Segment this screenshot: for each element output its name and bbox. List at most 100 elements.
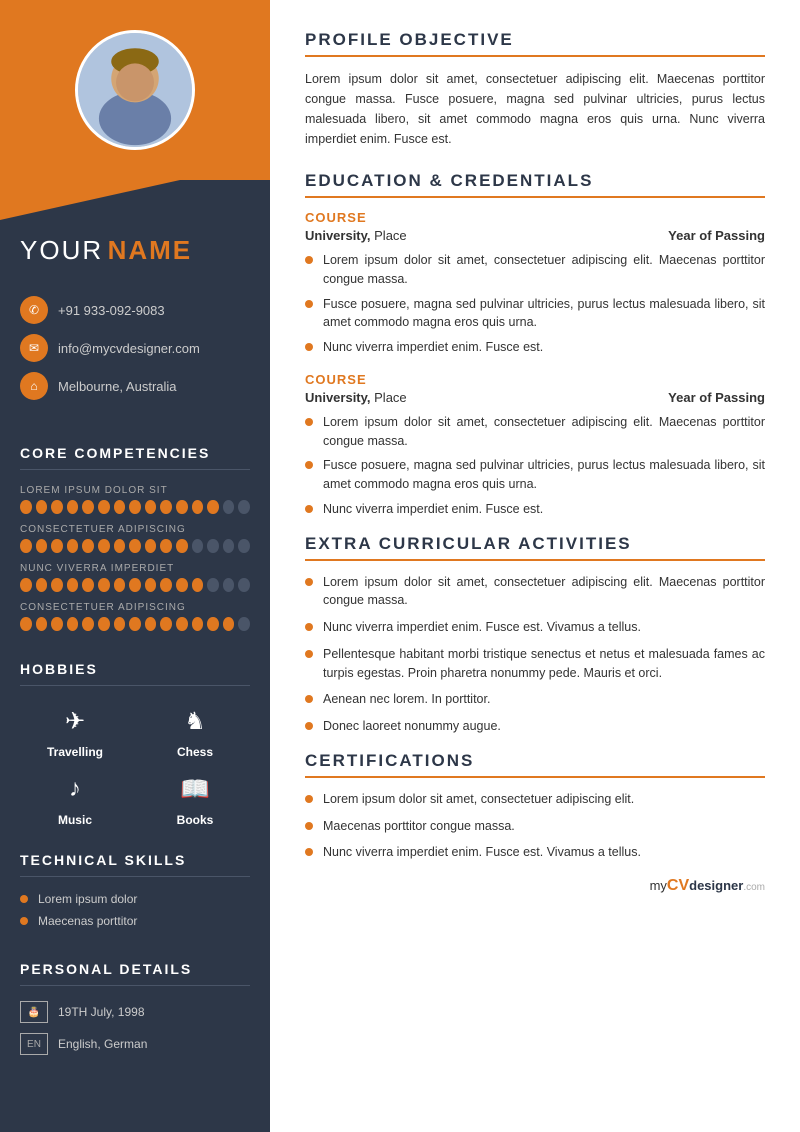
email-icon: ✉: [20, 334, 48, 362]
dot: [114, 539, 126, 553]
extra-bullet-item: Nunc viverra imperdiet enim. Fusce est. …: [305, 618, 765, 637]
edu-bullet-item: Nunc viverra imperdiet enim. Fusce est.: [305, 338, 765, 357]
skills-title: TECHNICAL SKILLS: [0, 842, 270, 876]
contact-address: ⌂ Melbourne, Australia: [20, 372, 250, 400]
dot: [114, 617, 126, 631]
university-place: Place: [374, 390, 407, 405]
skill-item: Lorem ipsum dolor: [20, 892, 250, 906]
dot: [129, 500, 141, 514]
personal-icon: 🎂: [20, 1001, 48, 1023]
skill-bullet: [20, 917, 28, 925]
dot: [238, 500, 250, 514]
extra-title: EXTRA CURRICULAR ACTIVITIES: [305, 534, 765, 554]
education-divider: [305, 196, 765, 198]
competency-item: LOREM IPSUM DOLOR SIT: [20, 485, 250, 514]
cert-bullets: Lorem ipsum dolor sit amet, consectetuer…: [305, 790, 765, 862]
university-place: Place: [374, 228, 407, 243]
skill-text: Maecenas porttitor: [38, 914, 137, 928]
dot: [20, 500, 32, 514]
sidebar-top: [0, 0, 270, 180]
dot: [82, 617, 94, 631]
hobbies-grid: ✈Travelling♞Chess♪Music📖Books: [0, 696, 270, 837]
dot: [160, 617, 172, 631]
divider: [20, 985, 250, 986]
skill-bullet: [20, 895, 28, 903]
dot: [192, 539, 204, 553]
dot: [20, 539, 32, 553]
extra-bullet-item: Aenean nec lorem. In porttitor.: [305, 690, 765, 709]
dot: [51, 617, 63, 631]
edu-bullet-item: Nunc viverra imperdiet enim. Fusce est.: [305, 500, 765, 519]
cert-bullet-item: Nunc viverra imperdiet enim. Fusce est. …: [305, 843, 765, 862]
dot: [192, 578, 204, 592]
contact-email: ✉ info@mycvdesigner.com: [20, 334, 250, 362]
dot: [82, 539, 94, 553]
dot: [98, 617, 110, 631]
profile-divider: [305, 55, 765, 57]
course-label: COURSE: [305, 210, 765, 225]
extra-bullets: Lorem ipsum dolor sit amet, consectetuer…: [305, 573, 765, 736]
name-block: YOUR NAME: [0, 235, 270, 286]
hobby-item: ✈ Travelling: [20, 701, 130, 759]
personal-item: 🎂19TH July, 1998: [20, 1001, 250, 1023]
dot: [20, 578, 32, 592]
dot: [176, 500, 188, 514]
edu-bullets: Lorem ipsum dolor sit amet, consectetuer…: [305, 251, 765, 357]
dot: [67, 500, 79, 514]
extra-bullet-item: Donec laoreet nonummy augue.: [305, 717, 765, 736]
competency-dots: [20, 578, 250, 592]
hobby-music-icon: ♪: [55, 769, 95, 809]
dot: [36, 539, 48, 553]
avatar: [75, 30, 195, 150]
contact-phone: ✆ +91 933-092-9083: [20, 296, 250, 324]
dot: [114, 578, 126, 592]
personal-title: PERSONAL DETAILS: [0, 951, 270, 985]
cert-divider: [305, 776, 765, 778]
dot: [192, 617, 204, 631]
course-block: COURSEUniversity, PlaceYear of PassingLo…: [305, 210, 765, 357]
dot: [36, 617, 48, 631]
dot: [223, 500, 235, 514]
competency-dots: [20, 500, 250, 514]
dot: [223, 578, 235, 592]
hobby-chess-icon: ♞: [175, 701, 215, 741]
hobby-label: Books: [177, 813, 214, 827]
dot: [51, 578, 63, 592]
hobby-books-icon: 📖: [175, 769, 215, 809]
skill-item: Maecenas porttitor: [20, 914, 250, 928]
brand-com: .com: [743, 882, 765, 893]
name-name: NAME: [108, 235, 193, 265]
brand-designer: designer: [689, 878, 743, 893]
sidebar: YOUR NAME ✆ +91 933-092-9083 ✉ info@mycv…: [0, 0, 270, 1132]
competency-item: NUNC VIVERRA IMPERDIET: [20, 563, 250, 592]
competency-label: CONSECTETUER ADIPISCING: [20, 602, 250, 613]
university-row: University, PlaceYear of Passing: [305, 390, 765, 405]
dot: [207, 578, 219, 592]
dot: [145, 500, 157, 514]
hobby-label: Music: [58, 813, 92, 827]
dot: [160, 500, 172, 514]
hobby-label: Travelling: [47, 745, 103, 759]
dot: [67, 539, 79, 553]
dot: [223, 539, 235, 553]
dot: [176, 617, 188, 631]
cert-bullet-item: Maecenas porttitor congue massa.: [305, 817, 765, 836]
dot: [238, 578, 250, 592]
dot: [238, 539, 250, 553]
dot: [145, 539, 157, 553]
dot: [145, 578, 157, 592]
edu-bullets: Lorem ipsum dolor sit amet, consectetuer…: [305, 413, 765, 519]
year-of-passing: Year of Passing: [668, 228, 765, 243]
edu-bullet-item: Lorem ipsum dolor sit amet, consectetuer…: [305, 251, 765, 289]
personal-block: 🎂19TH July, 1998ENEnglish, German: [0, 996, 270, 1080]
course-label: COURSE: [305, 372, 765, 387]
brand-cv: CV: [667, 877, 689, 894]
dot: [192, 500, 204, 514]
university-row: University, PlaceYear of Passing: [305, 228, 765, 243]
contact-block: ✆ +91 933-092-9083 ✉ info@mycvdesigner.c…: [0, 286, 270, 430]
extra-divider: [305, 559, 765, 561]
divider: [20, 876, 250, 877]
year-of-passing: Year of Passing: [668, 390, 765, 405]
hobby-travelling-icon: ✈: [55, 701, 95, 741]
dot: [207, 617, 219, 631]
